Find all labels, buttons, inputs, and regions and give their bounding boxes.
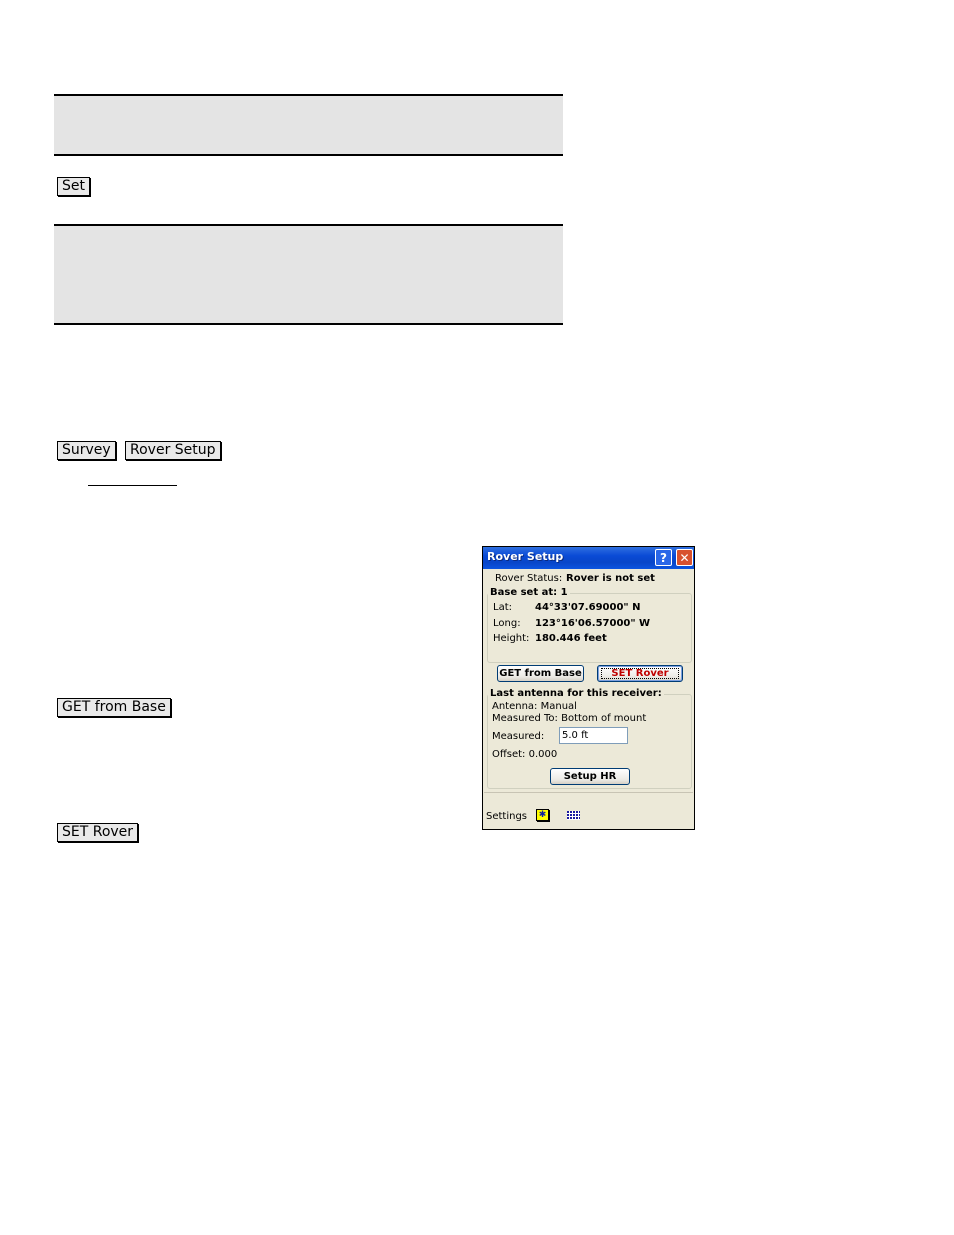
footer-divider <box>484 792 693 793</box>
long-label: Long: <box>493 618 521 629</box>
survey-button[interactable]: Survey <box>57 441 116 460</box>
settings-label: Settings <box>486 811 528 822</box>
help-icon[interactable]: ? <box>655 549 672 566</box>
rover-status-label: Rover Status: <box>495 573 563 584</box>
table-grid-icon[interactable] <box>567 811 580 820</box>
lat-value: 44°33'07.69000" N <box>535 602 641 613</box>
settings-star-icon[interactable]: ✱ <box>536 809 549 821</box>
note-band-top <box>54 94 563 156</box>
rover-status-value: Rover is not set <box>566 573 655 584</box>
base-group-label: Base set at: 1 <box>488 587 570 599</box>
antenna-text: Antenna: Manual <box>492 701 577 712</box>
measured-label: Measured: <box>492 731 545 742</box>
get-from-base-doc-button[interactable]: GET from Base <box>57 698 171 717</box>
measured-input[interactable]: 5.0 ft <box>559 727 628 744</box>
set-rover-doc-button[interactable]: SET Rover <box>57 823 139 842</box>
window-title: Rover Setup <box>487 550 564 563</box>
height-value: 180.446 feet <box>535 633 607 644</box>
set-rover-button[interactable]: SET Rover <box>597 665 683 682</box>
measured-to-text: Measured To: Bottom of mount <box>492 713 647 724</box>
offset-text: Offset: 0.000 <box>492 749 558 760</box>
note-band-middle <box>54 224 563 325</box>
rover-setup-window: Rover Setup ? ✕ Rover Status: Rover is n… <box>482 546 695 830</box>
set-button[interactable]: Set <box>57 177 90 196</box>
close-icon[interactable]: ✕ <box>676 549 693 566</box>
setup-hr-button[interactable]: Setup HR <box>550 768 630 785</box>
title-bar: Rover Setup ? ✕ <box>483 547 694 569</box>
lat-label: Lat: <box>493 602 512 613</box>
get-from-base-button[interactable]: GET from Base <box>497 665 584 682</box>
long-value: 123°16'06.57000" W <box>535 618 651 629</box>
height-label: Height: <box>493 633 530 644</box>
focus-ring <box>601 668 679 679</box>
antenna-group-label: Last antenna for this receiver: <box>488 688 664 700</box>
blank-underline <box>88 485 177 486</box>
rover-setup-button[interactable]: Rover Setup <box>125 441 221 460</box>
